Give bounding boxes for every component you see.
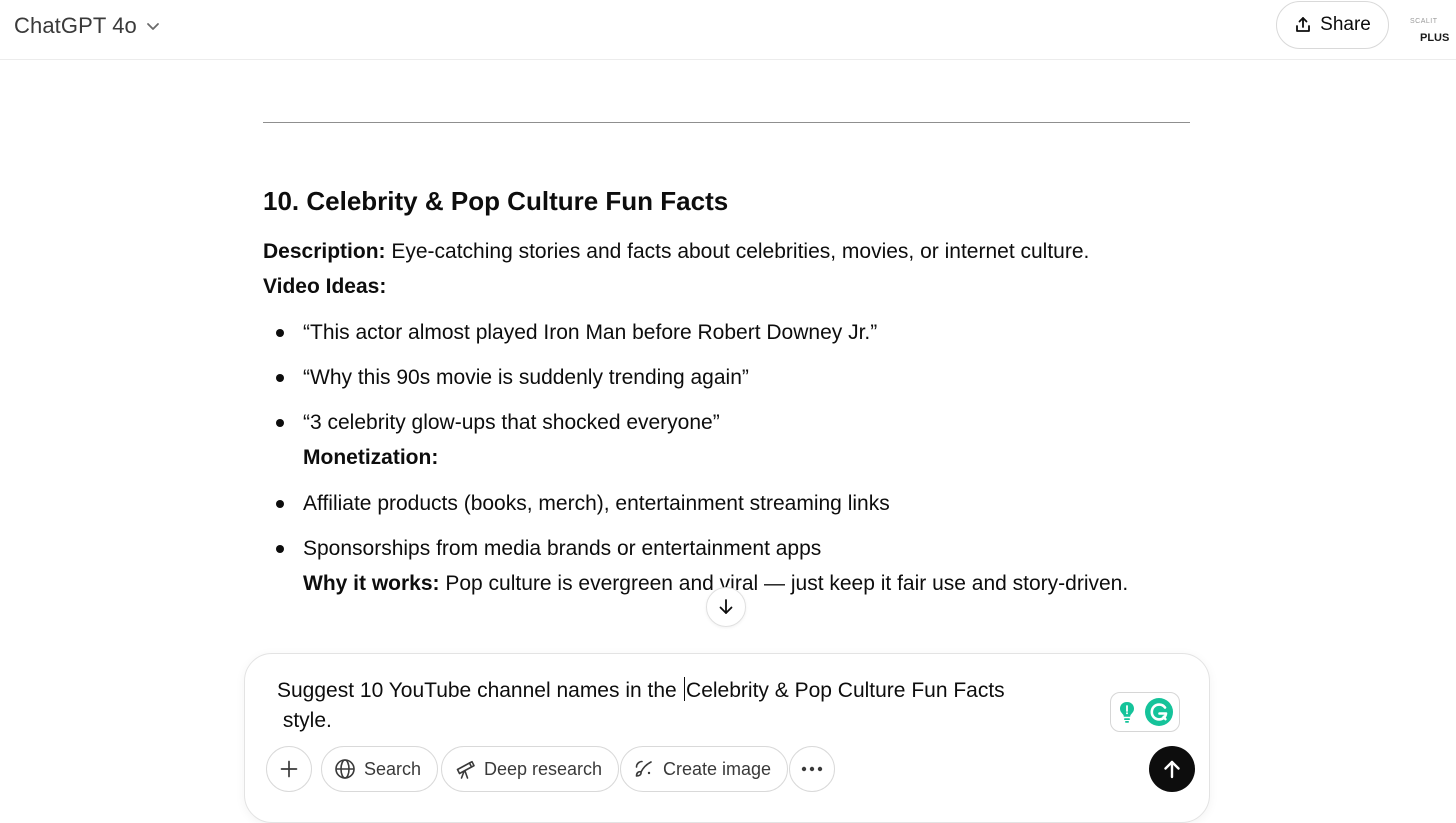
arrow-up-icon <box>1161 758 1183 780</box>
share-label: Share <box>1320 14 1371 35</box>
send-button[interactable] <box>1149 746 1195 792</box>
search-button[interactable]: Search <box>321 746 439 792</box>
text-caret <box>683 677 686 701</box>
section-heading: 10. Celebrity & Pop Culture Fun Facts <box>263 186 729 216</box>
image-brush-icon <box>633 758 655 780</box>
scroll-to-bottom-button[interactable] <box>706 587 746 627</box>
list-item: Affiliate products (books, merch), enter… <box>303 492 890 515</box>
grammarly-icon[interactable] <box>1144 697 1174 727</box>
video-ideas-label: Video Ideas: <box>263 275 387 298</box>
chevron-down-icon <box>145 18 161 34</box>
list-item: “3 celebrity glow-ups that shocked every… <box>303 411 720 434</box>
deep-research-label: Deep research <box>484 758 603 779</box>
why-label: Why it works: <box>303 572 440 595</box>
bullet-marker <box>276 500 284 508</box>
description-text: Eye-catching stories and facts about cel… <box>385 240 1090 263</box>
description-line: Description: Eye-catching stories and fa… <box>263 240 1089 264</box>
list-item: Sponsorships from media brands or entert… <box>303 537 822 560</box>
list-item: “This actor almost played Iron Man befor… <box>303 321 878 344</box>
monetization-label: Monetization: <box>303 446 439 469</box>
more-tools-button[interactable] <box>789 746 835 792</box>
message-composer: Suggest 10 YouTube channel names in the … <box>244 653 1210 823</box>
list-item: “Why this 90s movie is suddenly trending… <box>303 366 749 389</box>
prompt-text-before-caret: Suggest 10 YouTube channel names in the <box>277 679 683 702</box>
share-upload-icon <box>1294 16 1312 34</box>
bullet-marker <box>276 419 284 427</box>
add-attachment-button[interactable] <box>266 746 312 792</box>
search-label: Search <box>364 758 422 779</box>
more-dots-icon <box>801 766 823 772</box>
top-bar: ChatGPT 4o Share SCALIT PLUS <box>0 0 1456 60</box>
account-badge[interactable]: SCALIT PLUS <box>1404 14 1452 54</box>
plus-icon <box>279 759 299 779</box>
section-divider <box>263 122 1190 123</box>
prompt-text-after-caret: Celebrity & Pop Culture Fun Facts <box>686 679 1005 702</box>
prompt-text-line2: style. <box>277 709 332 732</box>
share-button[interactable]: Share <box>1276 1 1389 49</box>
why-text: Pop culture is evergreen and viral — jus… <box>439 572 1129 595</box>
model-name: ChatGPT 4o <box>14 13 137 38</box>
description-label: Description: <box>263 240 386 263</box>
grammarly-widget[interactable] <box>1110 692 1180 732</box>
plan-badge: PLUS <box>1420 32 1450 44</box>
bullet-marker <box>276 329 284 337</box>
lightbulb-icon[interactable] <box>1116 700 1138 724</box>
create-image-label: Create image <box>663 758 772 779</box>
deep-research-button[interactable]: Deep research <box>441 746 620 792</box>
arrow-down-icon <box>716 597 736 617</box>
bullet-marker <box>276 374 284 382</box>
bullet-marker <box>276 545 284 553</box>
prompt-input[interactable]: Suggest 10 YouTube channel names in the … <box>277 676 1037 736</box>
globe-icon <box>334 758 356 780</box>
create-image-button[interactable]: Create image <box>620 746 789 792</box>
account-name: SCALIT <box>1410 18 1438 25</box>
telescope-icon <box>454 758 476 780</box>
model-selector[interactable]: ChatGPT 4o <box>14 10 161 42</box>
